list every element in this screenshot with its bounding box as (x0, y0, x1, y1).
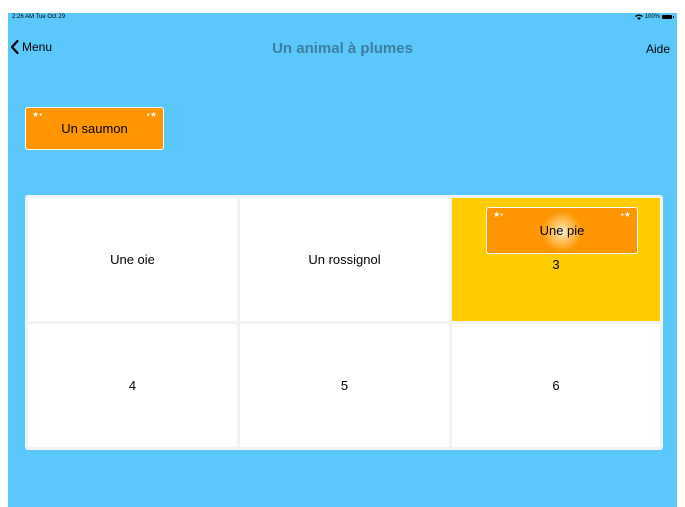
star-icon: ●★ (620, 210, 631, 220)
card-label: Une pie (539, 223, 585, 238)
app-screen: 2:26 AM Tue Oct 29 100% Menu Un animal à… (8, 13, 677, 507)
battery-icon (662, 15, 674, 19)
cell-label: Un rossignol (308, 252, 381, 267)
star-icon: ●★ (146, 110, 157, 120)
cell-label: Une oie (110, 252, 155, 267)
page-title: Un animal à plumes (272, 40, 413, 57)
cell-label: 3 (552, 257, 560, 272)
card-label: Un saumon (61, 121, 128, 136)
grid-cell-2[interactable]: Un rossignol (240, 198, 449, 321)
wifi-icon (634, 14, 643, 20)
draggable-card-placed[interactable]: ★● ●★ Une pie (486, 207, 638, 254)
grid-cell-1[interactable]: Une oie (28, 198, 237, 321)
cell-label: 4 (128, 378, 137, 393)
battery-percent: 100% (644, 14, 660, 20)
status-indicators: 100% (634, 14, 674, 20)
star-icon: ★● (493, 210, 504, 220)
cell-label: 6 (552, 378, 560, 393)
grid-cell-4[interactable]: 4 (28, 324, 237, 447)
draggable-card-source[interactable]: ★● ●★ Un saumon (25, 107, 164, 150)
status-time: 2:26 AM Tue Oct 29 (12, 14, 66, 20)
help-button[interactable]: Aide (646, 42, 670, 56)
grid-cell-5[interactable]: 5 (240, 324, 449, 447)
grid-cell-6[interactable]: 6 (452, 324, 660, 447)
star-icon: ★● (32, 110, 43, 120)
cell-label: 5 (340, 378, 349, 393)
